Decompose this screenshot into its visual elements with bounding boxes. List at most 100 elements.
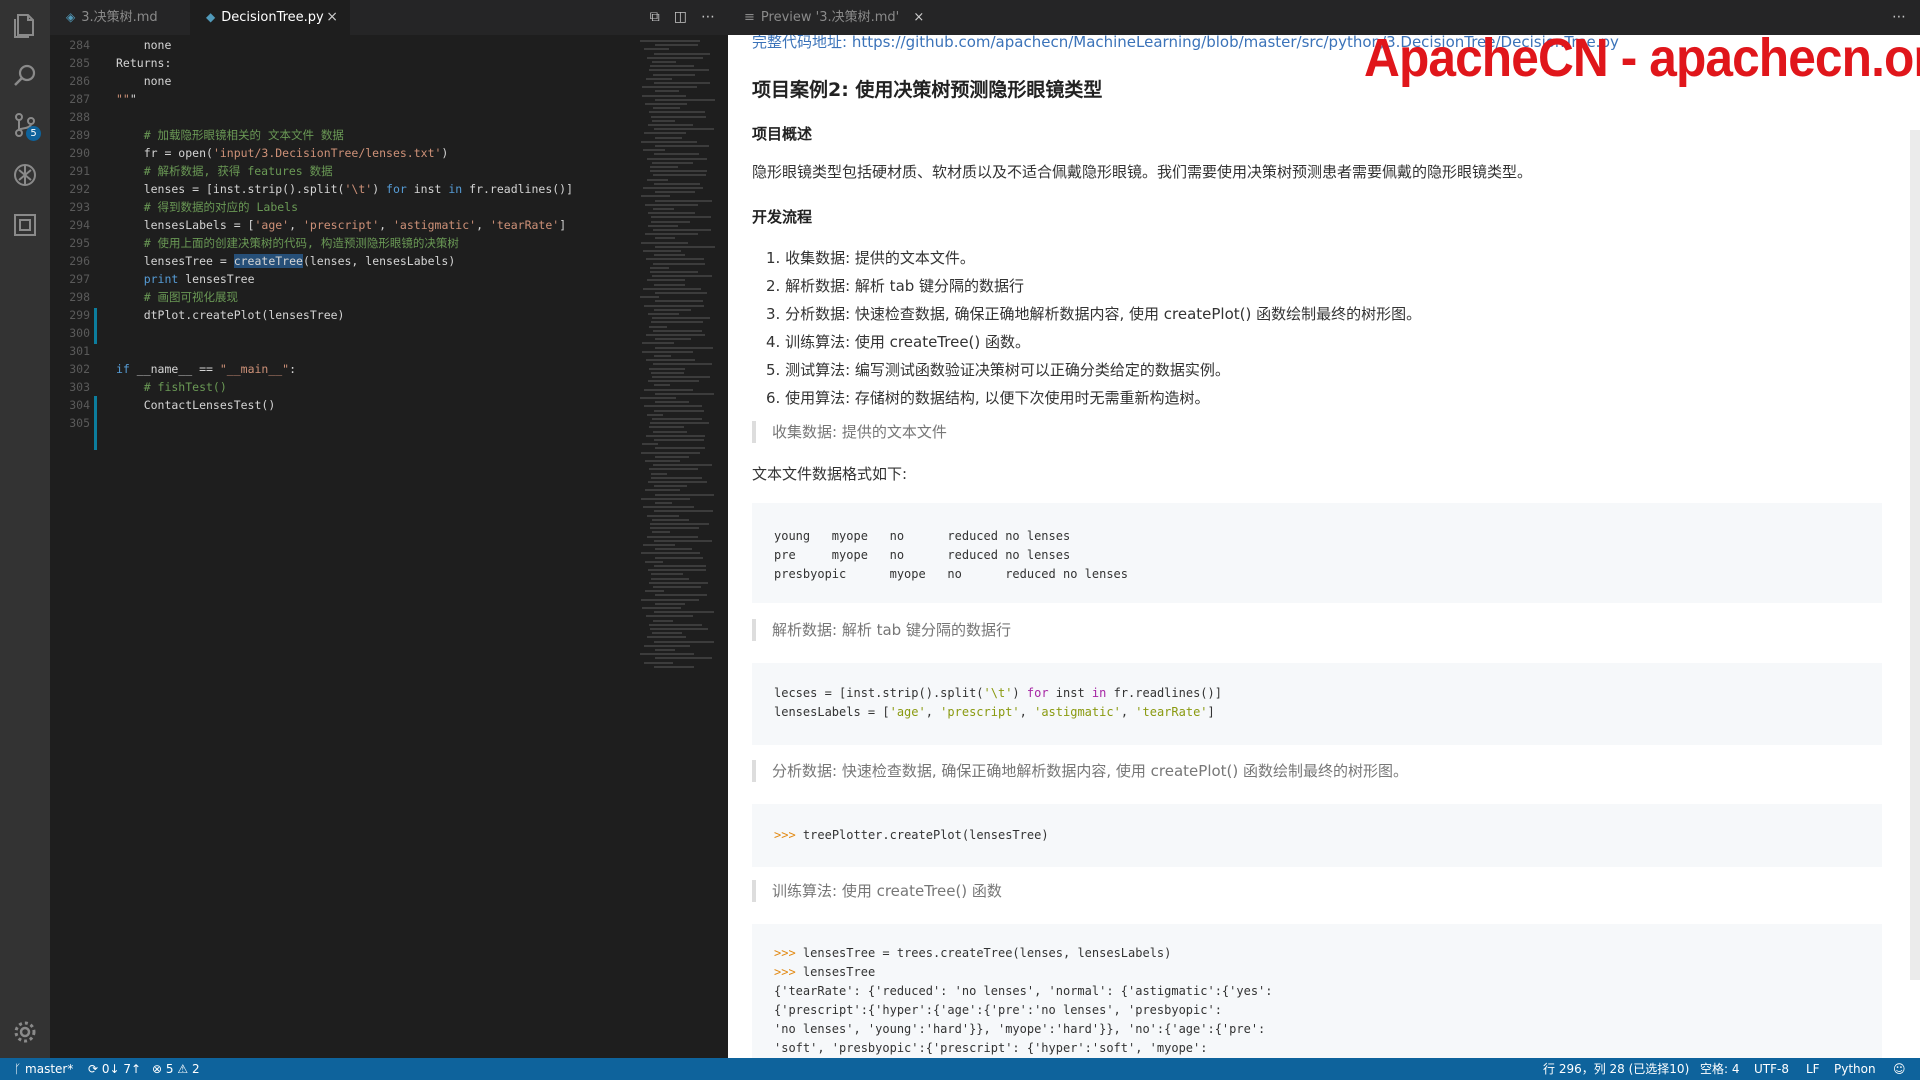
minimap-line (644, 489, 681, 492)
more-actions-icon[interactable]: ⋯ (1892, 0, 1906, 35)
minimap-line (649, 527, 699, 530)
markdown-file-icon: ◈ (66, 10, 76, 24)
branch-indicator[interactable]: ᚴ master* (14, 1058, 73, 1080)
minimap-line (640, 296, 659, 299)
python-file-icon: ◆ (206, 10, 216, 24)
sync-indicator[interactable]: ⟳ 0↓ 7↑ (88, 1058, 141, 1080)
line-number: 290 (69, 146, 90, 160)
problems-indicator[interactable]: ⊗ 5 ⚠ 2 (152, 1058, 200, 1080)
minimap-line (654, 136, 683, 139)
blockquote: 收集数据: 提供的文本文件 (752, 421, 947, 443)
extensions-icon[interactable] (11, 211, 39, 239)
minimap-line (654, 657, 713, 660)
language-mode[interactable]: Python (1834, 1058, 1876, 1080)
files-icon[interactable] (11, 11, 39, 39)
minimap-line (646, 434, 705, 437)
line-number: 295 (69, 236, 90, 250)
open-preview-icon[interactable]: ⧉ (650, 0, 660, 35)
editor-actions: ⧉ ◫ ⋯ (643, 0, 722, 35)
minimap-line (654, 401, 689, 404)
list-item: 4. 训练算法: 使用 createTree() 函数。 (766, 333, 1031, 351)
line-number: 303 (69, 380, 90, 394)
minimap-line (651, 577, 689, 580)
branch-icon: ᚴ (14, 1062, 22, 1076)
list-item: 6. 使用算法: 存储树的数据结构, 以便下次使用时无需重新构造树。 (766, 389, 1210, 407)
minimap-line (654, 254, 685, 257)
minimap-line (653, 586, 701, 588)
code-line: {'tearRate': {'reduced': 'no lenses', 'n… (774, 984, 1273, 998)
minimap-line (654, 98, 715, 101)
search-icon[interactable] (11, 62, 39, 90)
plot-code-block: >>> treePlotter.createPlot(lensesTree) (752, 804, 1882, 867)
scroll-thumb[interactable] (1910, 130, 1920, 980)
cursor-position[interactable]: 行 296，列 28 (已选择10) (1543, 1058, 1689, 1080)
minimap-line (650, 65, 695, 68)
minimap-line (640, 140, 698, 143)
code-text: if __name__ == "__main__": (116, 362, 297, 376)
steps-list: 1. 收集数据: 提供的文本文件。 2. 解析数据: 解析 tab 键分隔的数据… (766, 244, 1421, 412)
minimap-line (645, 590, 665, 593)
code-text: none (116, 74, 172, 88)
minimap-line (646, 615, 694, 618)
minimap-line (648, 569, 707, 572)
line-number: 288 (69, 110, 90, 124)
minimap-line (652, 262, 706, 265)
line-number: 301 (69, 344, 90, 358)
close-icon[interactable]: × (913, 10, 924, 25)
minimap-line (642, 607, 681, 609)
overview-text: 隐形眼镜类型包括硬材质、软材质以及不适合佩戴隐形眼镜。我们需要使用决策树预测患者… (752, 163, 1533, 181)
minimap-line (652, 632, 682, 635)
minimap-line (648, 325, 667, 328)
code-text: # 得到数据的对应的 Labels (143, 200, 299, 214)
minimap-line (647, 313, 680, 315)
minimap-line (652, 531, 670, 534)
minimap-line (651, 61, 677, 63)
code-text: # 加载隐形眼镜相关的 文本文件 数据 (143, 128, 344, 142)
minimap-line (654, 649, 676, 651)
minimap-line (651, 216, 712, 219)
tab-decisiontree-py[interactable]: ◆ DecisionTree.py × (190, 0, 350, 35)
minimap-line (643, 149, 666, 152)
minimap-line (654, 182, 701, 185)
close-icon[interactable]: × (326, 0, 338, 35)
debug-icon[interactable] (11, 161, 39, 189)
minimap-line (654, 191, 695, 194)
minimap-line (654, 338, 692, 341)
minimap-line (647, 636, 687, 639)
code-text: """ (116, 92, 137, 106)
code-line: pre myope no reduced no lenses (774, 548, 1071, 562)
split-editor-icon[interactable]: ◫ (674, 0, 687, 35)
tab-preview[interactable]: ≡ Preview '3.决策树.md' × (728, 0, 928, 35)
code-text: dtPlot.createPlot(lensesTree) (116, 308, 345, 322)
line-number: 300 (69, 326, 90, 340)
minimap-line (653, 107, 680, 110)
settings-gear-icon[interactable] (11, 1018, 39, 1046)
minimap-line (654, 346, 714, 349)
train-code-block: >>> lensesTree = trees.createTree(lenses… (752, 924, 1882, 1058)
code-text: lensesLabels = ['age', 'prescript', 'ast… (116, 218, 567, 232)
line-number: 287 (69, 92, 90, 106)
line-ending[interactable]: LF (1806, 1058, 1820, 1080)
minimap-line (653, 52, 710, 55)
minimap-line (647, 279, 686, 282)
preview-scrollbar[interactable] (1910, 70, 1920, 1058)
code-area[interactable]: 284 none 285 Returns: 286 none 287 """ 288 289 … (50, 36, 640, 1058)
minimap-line (654, 548, 693, 551)
encoding[interactable]: UTF-8 (1754, 1058, 1789, 1080)
list-item: 2. 解析数据: 解析 tab 键分隔的数据行 (766, 277, 1025, 295)
minimap-line (654, 493, 714, 496)
minimap-line (654, 539, 713, 542)
code-editor-group: ◈ 3.决策树.md ◆ DecisionTree.py × ⧉ ◫ ⋯ 284 non… (50, 0, 728, 1058)
minimap-line (652, 174, 707, 177)
indentation[interactable]: 空格: 4 (1700, 1058, 1740, 1080)
minimap-line (649, 623, 703, 626)
minimap-line (643, 287, 702, 290)
code-text: print lensesTree (143, 272, 255, 286)
minimap-line (650, 115, 706, 118)
flow-title: 开发流程 (752, 208, 813, 226)
tab-decision-md[interactable]: ◈ 3.决策树.md (50, 0, 190, 35)
more-actions-icon[interactable]: ⋯ (701, 0, 715, 35)
minimap[interactable] (640, 36, 720, 1058)
feedback-icon[interactable]: ☺ (1893, 1058, 1906, 1080)
minimap-line (644, 560, 663, 563)
